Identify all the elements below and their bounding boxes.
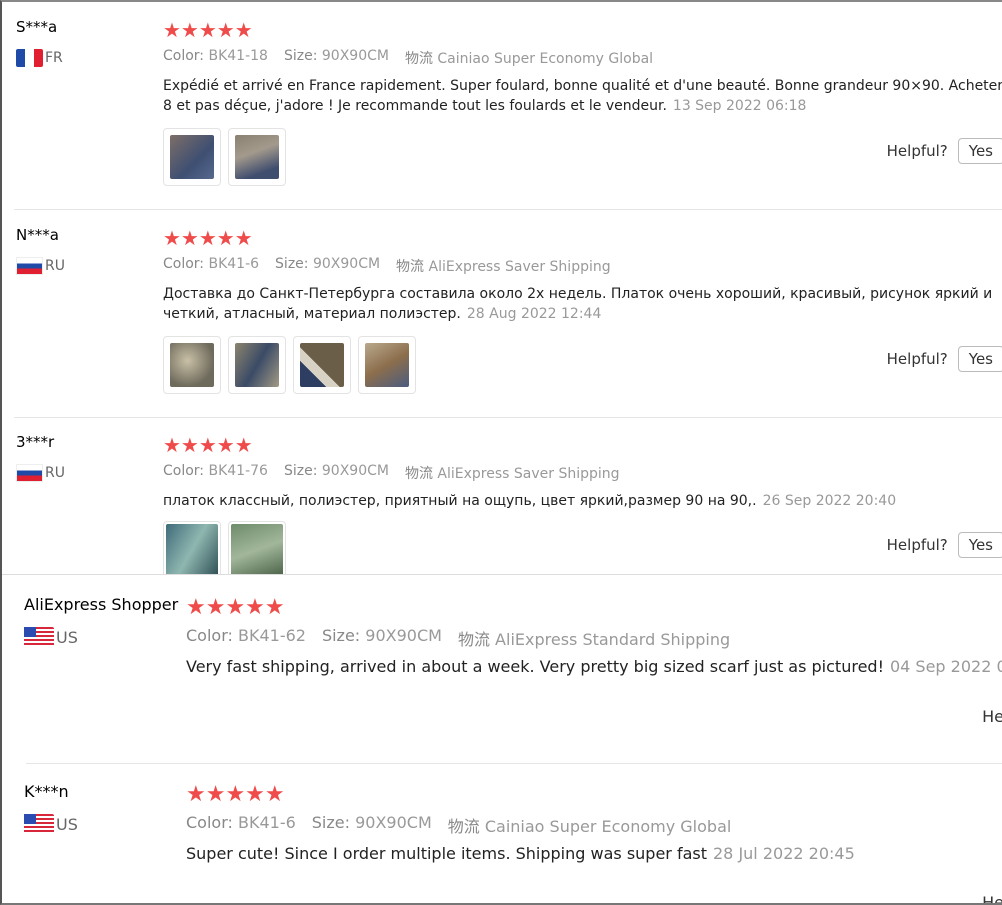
review-photo[interactable] bbox=[163, 521, 221, 574]
shipping-method: 物流 AliExpress Saver Shipping bbox=[396, 259, 611, 275]
reviewer-name: N***a bbox=[16, 226, 59, 244]
reviewer-name: AliExpress Shopper bbox=[24, 595, 179, 614]
review-meta: Color: BK41-18 Size: 90X90CM 物流 Cainiao … bbox=[163, 48, 653, 68]
review-date: 26 Sep 2022 20:40 bbox=[762, 493, 897, 509]
helpful-control: Helpful? Yes bbox=[887, 138, 1002, 164]
country-code: US bbox=[56, 627, 78, 647]
sku-color: Color: BK41-76 bbox=[163, 463, 268, 479]
review-photos bbox=[163, 521, 286, 574]
country-code: RU bbox=[45, 258, 65, 274]
review-date: 13 Sep 2022 06:18 bbox=[672, 98, 807, 114]
helpful-control: He bbox=[982, 893, 1002, 905]
review-meta: Color: BK41-6 Size: 90X90CM 物流 Cainiao S… bbox=[186, 813, 731, 837]
country-code: FR bbox=[45, 50, 63, 66]
review-meta: Color: BK41-6 Size: 90X90CM 物流 AliExpres… bbox=[163, 256, 611, 276]
shipping-method: 物流 AliExpress Standard Shipping bbox=[457, 630, 731, 649]
review-photos bbox=[163, 128, 286, 186]
review-date: 28 Jul 2022 20:45 bbox=[713, 844, 855, 863]
review-photos bbox=[163, 336, 416, 394]
review-text: платок классный, полиэстер, приятный на … bbox=[163, 493, 897, 509]
divider bbox=[26, 763, 1002, 764]
review-photo[interactable] bbox=[293, 336, 351, 394]
helpful-control: Helpful? Yes bbox=[887, 532, 1002, 558]
rating-stars: ★★★★★ bbox=[186, 782, 285, 807]
shipping-method: 物流 AliExpress Saver Shipping bbox=[404, 466, 620, 482]
reviewer-name: K***n bbox=[24, 782, 69, 801]
review-date: 28 Aug 2022 12:44 bbox=[466, 306, 602, 322]
reviews-list-upper: S***a FR ★★★★★ Color: BK41-18 Size: 90X9… bbox=[2, 2, 1002, 574]
review-meta: Color: BK41-76 Size: 90X90CM 物流 AliExpre… bbox=[163, 463, 620, 483]
sku-color: Color: BK41-6 bbox=[163, 256, 260, 272]
helpful-label: Helpful? bbox=[886, 142, 948, 160]
helpful-label: He bbox=[982, 707, 1002, 726]
rating-stars: ★★★★★ bbox=[163, 18, 253, 42]
reviewer-country: US bbox=[24, 627, 78, 647]
reviewer-name: S***a bbox=[16, 18, 58, 36]
russia-flag-icon bbox=[16, 464, 43, 482]
divider bbox=[14, 209, 1002, 210]
rating-stars: ★★★★★ bbox=[163, 226, 253, 250]
reviews-screenshot: S***a FR ★★★★★ Color: BK41-18 Size: 90X9… bbox=[0, 0, 1002, 905]
shipping-method: 物流 Cainiao Super Economy Global bbox=[404, 51, 654, 67]
helpful-yes-button[interactable]: Yes bbox=[957, 532, 1002, 558]
reviewer-country: RU bbox=[16, 464, 65, 482]
review-text: Very fast shipping, arrived in about a w… bbox=[186, 657, 1002, 677]
review-meta: Color: BK41-62 Size: 90X90CM 物流 AliExpre… bbox=[186, 626, 730, 650]
sku-size: Size: 90X90CM bbox=[283, 463, 389, 479]
review-date: 04 Sep 2022 07:23 bbox=[889, 657, 1002, 676]
helpful-label: Helpful? bbox=[886, 350, 948, 368]
divider bbox=[14, 417, 1002, 418]
reviewer-country: FR bbox=[16, 49, 63, 67]
russia-flag-icon bbox=[16, 257, 43, 275]
reviewer-country: US bbox=[24, 814, 78, 834]
sku-size: Size: 90X90CM bbox=[321, 626, 442, 645]
sku-size: Size: 90X90CM bbox=[275, 256, 381, 272]
review-photo[interactable] bbox=[228, 336, 286, 394]
reviews-list-lower: AliExpress Shopper US ★★★★★ Color: BK41-… bbox=[2, 574, 1002, 905]
review-photo[interactable] bbox=[163, 128, 221, 186]
reviewer-country: RU bbox=[16, 257, 65, 275]
sku-color: Color: BK41-62 bbox=[186, 626, 306, 645]
helpful-yes-button[interactable]: Yes bbox=[957, 346, 1002, 372]
sku-size: Size: 90X90CM bbox=[283, 48, 389, 64]
rating-stars: ★★★★★ bbox=[186, 595, 285, 620]
review-photo[interactable] bbox=[228, 128, 286, 186]
helpful-yes-button[interactable]: Yes bbox=[957, 138, 1002, 164]
helpful-label: He bbox=[982, 893, 1002, 905]
review-photo[interactable] bbox=[358, 336, 416, 394]
usa-flag-icon bbox=[24, 814, 54, 834]
sku-color: Color: BK41-18 bbox=[163, 48, 268, 64]
sku-color: Color: BK41-6 bbox=[186, 813, 296, 832]
review-text: Expédié et arrivé en France rapidement. … bbox=[163, 78, 1002, 114]
review-photo[interactable] bbox=[228, 521, 286, 574]
france-flag-icon bbox=[16, 49, 43, 67]
shipping-method: 物流 Cainiao Super Economy Global bbox=[447, 817, 732, 836]
review-photo[interactable] bbox=[163, 336, 221, 394]
country-code: US bbox=[56, 814, 78, 834]
usa-flag-icon bbox=[24, 627, 54, 647]
reviewer-name: 3***r bbox=[16, 433, 55, 451]
rating-stars: ★★★★★ bbox=[163, 433, 253, 457]
helpful-control: He bbox=[982, 707, 1002, 726]
helpful-control: Helpful? Yes bbox=[887, 346, 1002, 372]
review-text: Доставка до Санкт-Петербурга составила о… bbox=[163, 286, 993, 322]
sku-size: Size: 90X90CM bbox=[311, 813, 432, 832]
country-code: RU bbox=[45, 465, 65, 481]
helpful-label: Helpful? bbox=[886, 536, 948, 554]
review-text: Super cute! Since I order multiple items… bbox=[186, 844, 855, 863]
